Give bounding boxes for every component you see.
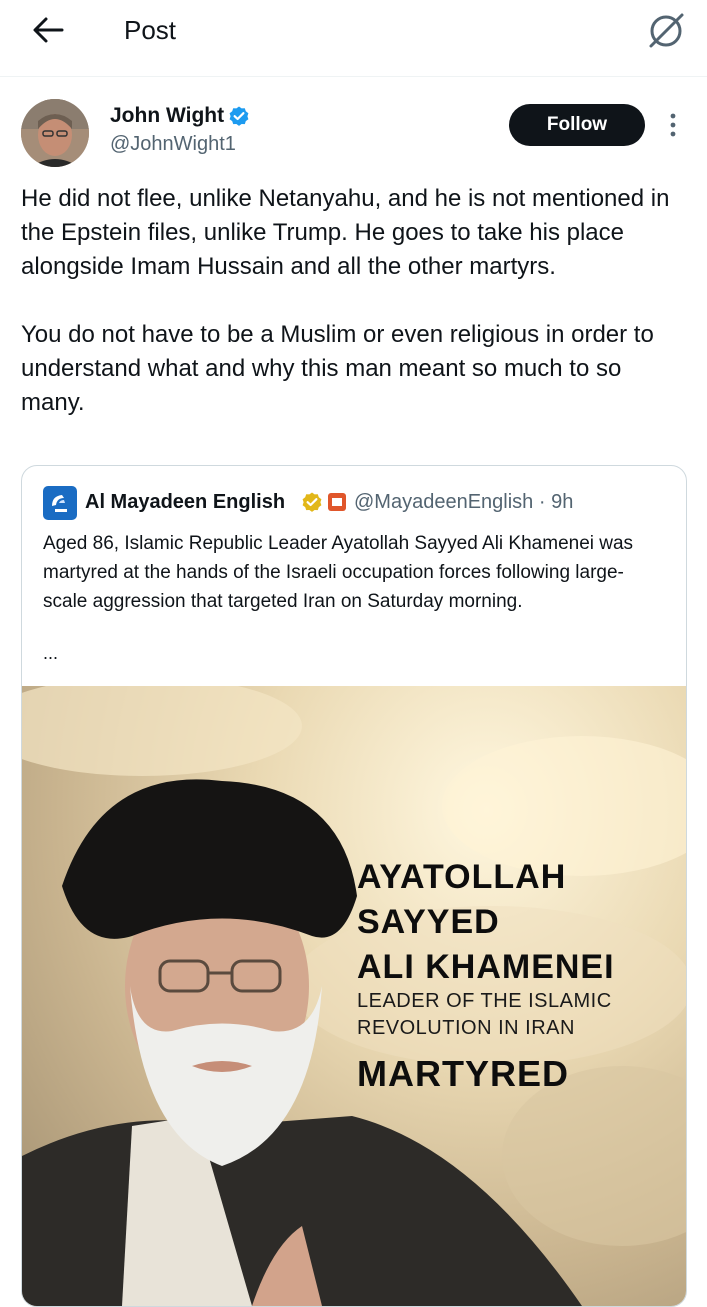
verified-badge-icon [229, 106, 249, 126]
image-title-line-3: ALI KHAMENEI [357, 948, 615, 986]
more-options-icon[interactable] [664, 108, 682, 142]
al-mayadeen-logo-icon [43, 486, 77, 520]
arrow-left-icon[interactable] [30, 12, 66, 48]
image-subtitle-line-1: LEADER OF THE ISLAMIC [357, 990, 612, 1012]
author-handle[interactable]: @JohnWight1 [110, 131, 236, 157]
quoted-handle-time: @MayadeenEnglish · 9h [354, 491, 574, 513]
gold-verified-badge-icon [302, 492, 322, 512]
quoted-text: Aged 86, Islamic Republic Leader Ayatoll… [43, 533, 634, 612]
avatar[interactable] [21, 99, 89, 167]
affiliate-logo-icon [328, 493, 346, 511]
quoted-image[interactable]: AYATOLLAH SAYYED ALI KHAMENEI LEADER OF … [22, 686, 686, 1306]
quoted-author-name: Al Mayadeen English [85, 491, 286, 513]
author-name[interactable]: John Wight [110, 102, 224, 130]
quoted-ellipsis: ... [43, 643, 59, 663]
image-title-line-2: SAYYED [357, 903, 500, 941]
follow-button[interactable]: Follow [509, 104, 645, 146]
quoted-post[interactable]: Al Mayadeen English @MayadeenEnglish · 9… [21, 465, 687, 1307]
post-text: He did not flee, unlike Netanyahu, and h… [21, 185, 670, 416]
image-title-line-1: AYATOLLAH [357, 858, 567, 896]
no-sign-icon[interactable] [646, 10, 686, 50]
page-title: Post [124, 15, 177, 45]
image-subtitle-line-2: REVOLUTION IN IRAN [357, 1017, 575, 1039]
top-bar: Post [0, 0, 707, 77]
image-headline: MARTYRED [357, 1053, 569, 1094]
